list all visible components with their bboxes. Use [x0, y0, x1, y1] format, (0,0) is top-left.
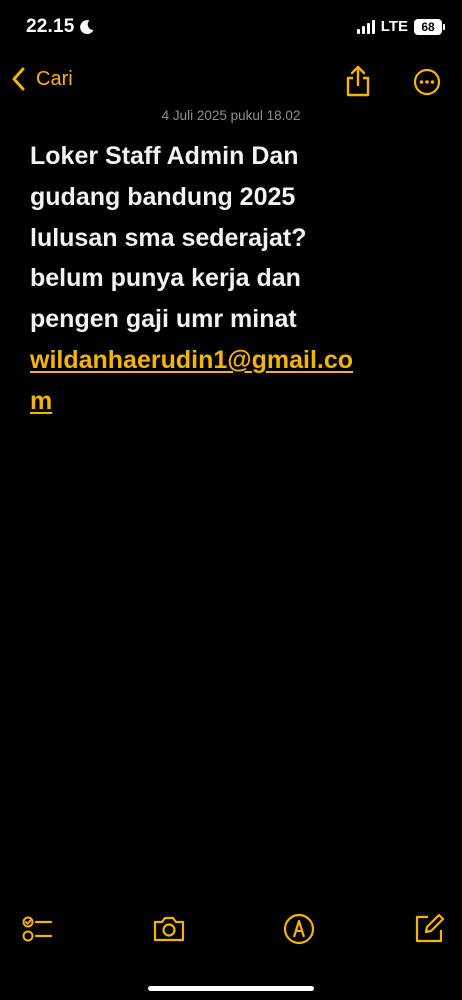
battery-icon: 68 [414, 18, 445, 35]
camera-button[interactable] [152, 912, 186, 946]
back-label: Cari [36, 67, 73, 90]
network-label: LTE [380, 18, 408, 35]
markup-icon [283, 913, 315, 945]
more-button[interactable] [413, 68, 441, 96]
signal-icon [356, 19, 375, 34]
back-button[interactable]: Cari [10, 66, 73, 92]
markup-button[interactable] [282, 912, 316, 946]
note-date: 4 Juli 2025 pukul 18.02 [161, 108, 301, 123]
compose-icon [415, 913, 445, 943]
status-time: 22.15 [26, 16, 95, 38]
note-body[interactable]: Loker Staff Admin Dan gudang bandung 202… [30, 136, 445, 422]
email-link-continuation[interactable]: m [30, 381, 445, 422]
moon-icon [79, 19, 95, 35]
checklist-icon [22, 916, 53, 942]
home-indicator[interactable] [148, 986, 314, 991]
status-indicators: LTE 68 [356, 18, 445, 35]
checklist-button[interactable] [20, 912, 54, 946]
note-line: pengen gaji umr minat [30, 305, 297, 334]
note-line: belum punya kerja dan [30, 264, 301, 293]
email-link[interactable]: wildanhaerudin1@gmail.co [30, 340, 445, 381]
share-icon [346, 65, 370, 97]
more-icon [413, 68, 441, 96]
note-line: Loker Staff Admin Dan [30, 142, 299, 170]
compose-button[interactable] [412, 912, 446, 946]
battery-level: 68 [421, 19, 435, 34]
nav-bar: Cari [0, 62, 462, 102]
share-button[interactable] [344, 64, 372, 98]
note-line: gudang bandung 2025 [30, 182, 296, 211]
note-line: lulusan sma sederajat? [30, 223, 307, 252]
chevron-left-icon [12, 67, 25, 91]
clock-label: 22.15 [26, 16, 75, 37]
bottom-toolbar [0, 912, 462, 952]
status-bar: 22.15 LTE 68 [0, 0, 462, 56]
camera-icon [153, 916, 185, 942]
